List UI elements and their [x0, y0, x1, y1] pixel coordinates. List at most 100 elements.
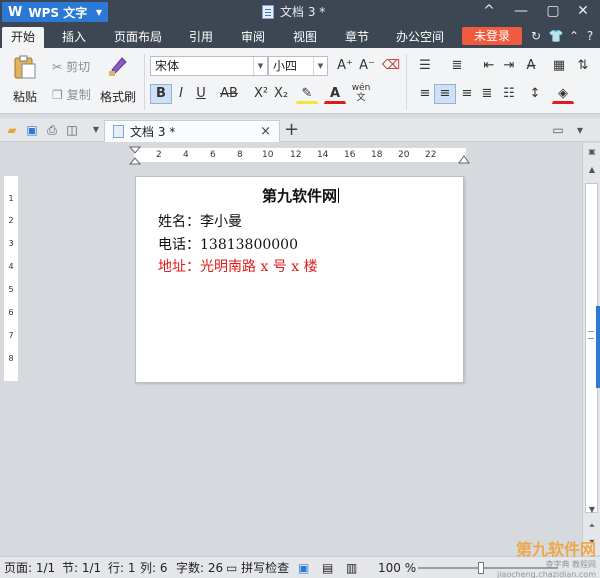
document-icon	[113, 125, 124, 138]
print-icon[interactable]: ⎙	[44, 122, 60, 138]
document-tab-strip: ▰ ▣ ⎙ ◫ ▼ 文档 3 * × + ▭ ▾	[0, 118, 600, 142]
chevron-up-icon[interactable]: ⌃	[566, 28, 582, 44]
restore-tab-icon[interactable]: ▭	[550, 122, 566, 138]
shading-button[interactable]: ◈	[552, 84, 574, 104]
page-view-icon[interactable]: ▣	[298, 560, 309, 576]
numbered-list-icon: ≣	[451, 58, 463, 73]
chevron-down-icon: ▼	[95, 7, 102, 17]
align-right-icon: ≡	[461, 86, 473, 101]
text-effects-button[interactable]: A̶	[520, 56, 542, 76]
bullets-button[interactable]: ☰	[414, 56, 436, 76]
italic-button[interactable]: I	[170, 84, 192, 104]
bold-button[interactable]: B	[150, 84, 172, 104]
status-column: 列: 6	[140, 561, 168, 575]
split-view-icon[interactable]: ▣	[587, 147, 597, 157]
tab-office-space[interactable]: 办公空间	[388, 27, 452, 48]
increase-indent-button[interactable]: ⇥	[498, 56, 520, 76]
login-button[interactable]: 未登录	[462, 27, 522, 45]
document-page[interactable]: 第九软件网 姓名：李小曼 电话：13813800000 地址：光明南路 x 号 …	[135, 176, 464, 383]
spellcheck-toggle[interactable]: ▭ 拼写检查	[226, 560, 289, 576]
menu-tabs: 开始 插入 页面布局 引用 审阅 视图 章节 办公空间 未登录 ↻ 👕 ⌃ ?	[0, 24, 600, 48]
grow-font-button[interactable]: A⁺	[334, 56, 356, 76]
minimize-button[interactable]: —	[506, 0, 536, 24]
tab-home[interactable]: 开始	[2, 27, 44, 48]
previous-page-icon[interactable]: ⏶	[587, 521, 597, 531]
numbering-button[interactable]: ≣	[446, 56, 468, 76]
spellcheck-label: 拼写检查	[241, 561, 290, 575]
shrink-font-button[interactable]: A⁻	[356, 56, 378, 76]
print-preview-icon[interactable]: ◫	[64, 122, 80, 138]
tab-references[interactable]: 引用	[180, 27, 222, 48]
align-right-button[interactable]: ≡	[456, 84, 478, 104]
zoom-level[interactable]: 100 %	[378, 560, 416, 576]
justify-button[interactable]: ≣	[476, 84, 498, 104]
app-menu-button[interactable]: W WPS 文字 ▼	[2, 2, 108, 22]
superscript-button[interactable]: X²	[250, 84, 272, 104]
paste-button[interactable]: 粘贴	[8, 54, 42, 108]
scroll-up-icon[interactable]: ▲	[587, 165, 597, 175]
font-size-select[interactable]: 小四 ▼	[268, 56, 328, 76]
strikethrough-button[interactable]: AB	[216, 84, 242, 104]
phonetic-guide-button[interactable]: wén 文	[350, 82, 372, 103]
web-view-icon[interactable]: ▥	[346, 560, 357, 576]
align-left-button[interactable]: ≡	[414, 84, 436, 104]
highlight-button[interactable]: ✎	[296, 84, 318, 104]
status-section: 节: 1/1	[62, 561, 102, 575]
right-indent-marker-icon[interactable]	[458, 154, 470, 164]
vertical-ruler[interactable]: 1 2 3 4 5 6 7 8	[4, 176, 18, 381]
table-button[interactable]: ▦	[548, 56, 570, 76]
address-line[interactable]: 地址：光明南路 x 号 x 楼	[158, 256, 318, 276]
window-title-text: 文档 3 *	[280, 5, 326, 19]
horizontal-ruler[interactable]: 2 4 6 8 10 12 14 16 18 20 22	[0, 143, 582, 167]
cut-button[interactable]: ✂ 剪切	[52, 58, 90, 75]
close-tab-icon[interactable]: ×	[260, 124, 271, 139]
help-icon[interactable]: ?	[582, 28, 598, 44]
save-icon[interactable]: ▣	[24, 122, 40, 138]
shirt-icon[interactable]: 👕	[548, 28, 564, 44]
tab-view[interactable]: 视图	[284, 27, 326, 48]
clear-format-button[interactable]: ⌫	[380, 56, 402, 76]
app-name: WPS 文字	[28, 5, 88, 20]
indent-icon: ⇥	[503, 58, 515, 73]
distribute-button[interactable]: ☷	[498, 84, 520, 104]
site-watermark: 第九软件网 查字典 教程网 jiaocheng.chazidian.com	[496, 540, 596, 578]
tab-insert[interactable]: 插入	[52, 27, 96, 48]
tab-menu-icon[interactable]: ▾	[572, 122, 588, 138]
document-heading[interactable]: 第九软件网	[136, 185, 465, 206]
maximize-button[interactable]: ▢	[538, 0, 568, 24]
subscript-button[interactable]: X₂	[270, 84, 292, 104]
underline-button[interactable]: U	[190, 84, 212, 104]
close-window-button[interactable]: ✕	[568, 0, 598, 24]
indent-marker-icon[interactable]	[128, 146, 142, 166]
align-left-icon: ≡	[419, 86, 431, 101]
line-spacing-button[interactable]: ↕	[524, 84, 546, 104]
format-painter-button[interactable]: 格式刷	[98, 54, 138, 108]
status-word-count[interactable]: 字数: 26	[176, 560, 223, 576]
side-panel-tab[interactable]	[596, 306, 600, 388]
font-name-select[interactable]: 宋体 ▼	[150, 56, 268, 76]
font-color-button[interactable]: A	[324, 84, 346, 104]
open-folder-icon[interactable]: ▰	[4, 122, 20, 138]
scroll-down-icon[interactable]: ▼	[587, 505, 597, 515]
scrollbar-grip	[588, 331, 594, 339]
sort-button[interactable]: ⇅	[572, 56, 594, 76]
align-center-button[interactable]: ≡	[434, 84, 456, 104]
align-center-icon: ≡	[434, 84, 456, 104]
quick-access-dropdown-icon[interactable]: ▼	[88, 122, 104, 138]
tab-document-label: 文档 3 *	[130, 125, 176, 139]
collapse-ribbon-button[interactable]: ^	[474, 0, 504, 24]
wps-logo-icon: W	[8, 4, 23, 20]
tab-document-3[interactable]: 文档 3 * ×	[104, 120, 280, 142]
tab-review[interactable]: 审阅	[232, 27, 274, 48]
tab-page-layout[interactable]: 页面布局	[106, 27, 170, 48]
outline-view-icon[interactable]: ▤	[322, 560, 333, 576]
phone-line[interactable]: 电话：13813800000	[158, 234, 298, 254]
decrease-indent-button[interactable]: ⇤	[478, 56, 500, 76]
refresh-icon[interactable]: ↻	[528, 28, 544, 44]
new-tab-button[interactable]: +	[284, 120, 299, 140]
text-effects-icon: A̶	[526, 58, 536, 73]
copy-button[interactable]: ❐ 复制	[52, 86, 91, 103]
tab-chapter[interactable]: 章节	[336, 27, 378, 48]
distribute-icon: ☷	[503, 86, 515, 101]
name-line[interactable]: 姓名：李小曼	[158, 211, 242, 231]
